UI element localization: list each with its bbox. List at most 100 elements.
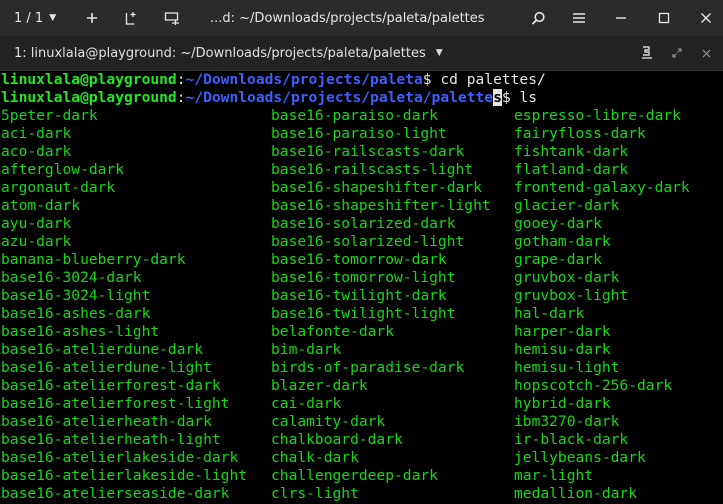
tab-counter-label: 1 / 1: [14, 10, 44, 26]
list-row: base16-3024-dark base16-tomorrow-light gru…: [0, 269, 723, 287]
list-item: base16-atelierheath-light: [1, 431, 221, 448]
ls-output-list: 5peter-dark base16-paraiso-dark espresso-l…: [0, 107, 723, 503]
menu-button[interactable]: [565, 0, 593, 36]
list-item: base16-shapeshifter-dark: [271, 179, 482, 196]
list-row: azu-dark base16-solarized-light gotham-dar…: [0, 233, 723, 251]
list-item: base16-atelierdune-light: [1, 359, 212, 376]
list-row: aco-dark base16-railscasts-dark fishtank-d…: [0, 143, 723, 161]
command-text: cd palettes/: [431, 71, 546, 88]
list-item: glacier-dark: [514, 197, 620, 214]
list-item: ir-black-dark: [514, 431, 629, 448]
list-row: afterglow-dark base16-railscasts-light fla…: [0, 161, 723, 179]
list-item: base16-atelierdune-dark: [1, 341, 204, 358]
list-item: grape-dark: [514, 251, 602, 268]
prompt-user: linuxlala@playground: [1, 71, 177, 88]
list-row: base16-ashes-light belafonte-dark harper-d…: [0, 323, 723, 341]
list-row: 5peter-dark base16-paraiso-dark espresso-l…: [0, 107, 723, 125]
list-item: gooey-dark: [514, 215, 602, 232]
list-row: base16-atelierforest-light cai-dark hybrid…: [0, 395, 723, 413]
command-text: ls: [510, 89, 538, 106]
list-item: harper-dark: [514, 323, 611, 340]
close-icon: [701, 13, 711, 23]
list-item: bim-dark: [271, 341, 342, 358]
prompt-path: ~/Downloads/projects/paleta: [185, 71, 423, 88]
tab-terminal-1[interactable]: 1: linuxlala@playground: ~/Downloads/pro…: [14, 36, 443, 70]
list-row: base16-atelierdune-light birds-of-paradis…: [0, 359, 723, 377]
new-tab-button[interactable]: [78, 0, 106, 36]
list-item: base16-railscasts-light: [271, 161, 474, 178]
list-item: base16-paraiso-light: [271, 125, 447, 142]
list-item: base16-twilight-dark: [271, 287, 447, 304]
list-item: base16-twilight-light: [271, 305, 456, 322]
terminal-settings-icon: [642, 46, 652, 59]
list-item: hal-dark: [514, 305, 585, 322]
list-item: ayu-dark: [1, 215, 72, 232]
split-view-button[interactable]: [666, 36, 688, 70]
list-item: frontend-galaxy-dark: [514, 179, 690, 196]
plus-icon: [87, 13, 97, 23]
chevron-down-icon: ▼: [49, 13, 57, 23]
list-item: base16-shapeshifter-light: [271, 197, 491, 214]
prompt-user: linuxlala@playground: [1, 89, 177, 106]
list-item: base16-3024-dark: [1, 269, 142, 286]
list-item: gruvbox-dark: [514, 269, 620, 286]
list-item: base16-ashes-light: [1, 323, 160, 340]
list-item: ibm3270-dark: [514, 413, 620, 430]
search-button[interactable]: [524, 0, 552, 36]
list-item: flatland-dark: [514, 161, 629, 178]
minimize-button[interactable]: [607, 0, 635, 36]
list-row: base16-atelierdune-dark bim-dark hemisu-da…: [0, 341, 723, 359]
list-row: argonaut-dark base16-shapeshifter-dark fro…: [0, 179, 723, 197]
terminal-cursor: s: [493, 89, 502, 106]
list-item: afterglow-dark: [1, 161, 125, 178]
terminal-title-button[interactable]: [636, 36, 658, 70]
preferences-button[interactable]: [158, 0, 186, 36]
list-item: base16-atelierlakeside-light: [1, 467, 248, 484]
new-window-button[interactable]: [117, 0, 145, 36]
chevron-down-icon: ▼: [435, 48, 443, 58]
list-item: hemisu-dark: [514, 341, 611, 358]
list-item: base16-3024-light: [1, 287, 151, 304]
terminal-output[interactable]: linuxlala@playground:~/Downloads/project…: [0, 71, 723, 504]
list-row: base16-3024-light base16-twilight-dark gru…: [0, 287, 723, 305]
list-item: 5peter-dark: [1, 107, 98, 124]
list-row: atom-dark base16-shapeshifter-light glacie…: [0, 197, 723, 215]
list-item: belafonte-dark: [271, 323, 395, 340]
close-tab-button[interactable]: [695, 36, 717, 70]
maximize-button[interactable]: [650, 0, 678, 36]
list-row: base16-atelierlakeside-light challengerde…: [0, 467, 723, 485]
list-item: base16-atelierforest-light: [1, 395, 230, 412]
list-item: base16-atelierseaside-dark: [1, 485, 230, 502]
list-item: aci-dark: [1, 125, 72, 142]
list-row: base16-atelierlakeside-dark chalk-dark jel…: [0, 449, 723, 467]
list-item: base16-ashes-dark: [1, 305, 151, 322]
list-row: aci-dark base16-paraiso-light fairyfloss-d…: [0, 125, 723, 143]
list-item: hopscotch-256-dark: [514, 377, 673, 394]
list-item: argonaut-dark: [1, 179, 116, 196]
expand-icon: [672, 48, 682, 58]
terminal-tab-bar: 1: linuxlala@playground: ~/Downloads/pro…: [0, 36, 723, 71]
list-item: base16-solarized-dark: [271, 215, 456, 232]
list-row: base16-atelierforest-dark blazer-dark hops…: [0, 377, 723, 395]
search-icon: [531, 11, 545, 25]
tab-title-label: 1: linuxlala@playground: ~/Downloads/pro…: [14, 45, 426, 61]
tab-counter-dropdown[interactable]: 1 / 1 ▼: [14, 0, 70, 36]
prompt-line: linuxlala@playground:~/Downloads/project…: [1, 71, 546, 88]
close-button[interactable]: [692, 0, 720, 36]
new-file-icon: [125, 12, 136, 25]
list-item: aco-dark: [1, 143, 72, 160]
list-item: challengerdeep-dark: [271, 467, 438, 484]
prompt-line: linuxlala@playground:~/Downloads/project…: [1, 89, 538, 106]
list-item: base16-tomorrow-light: [271, 269, 456, 286]
list-item: clrs-light: [271, 485, 359, 502]
list-item: calamity-dark: [271, 413, 386, 430]
list-item: base16-atelierforest-dark: [1, 377, 221, 394]
list-item: chalkboard-dark: [271, 431, 403, 448]
list-item: gruvbox-light: [514, 287, 629, 304]
hamburger-menu-icon: [573, 13, 585, 23]
list-item: base16-paraiso-dark: [271, 107, 438, 124]
window-settings-icon: [164, 12, 179, 25]
list-item: azu-dark: [1, 233, 72, 250]
list-item: birds-of-paradise-dark: [271, 359, 465, 376]
window-titlebar: 1 / 1 ▼ ...d: ~/Downloads/projects/palet…: [0, 0, 723, 36]
